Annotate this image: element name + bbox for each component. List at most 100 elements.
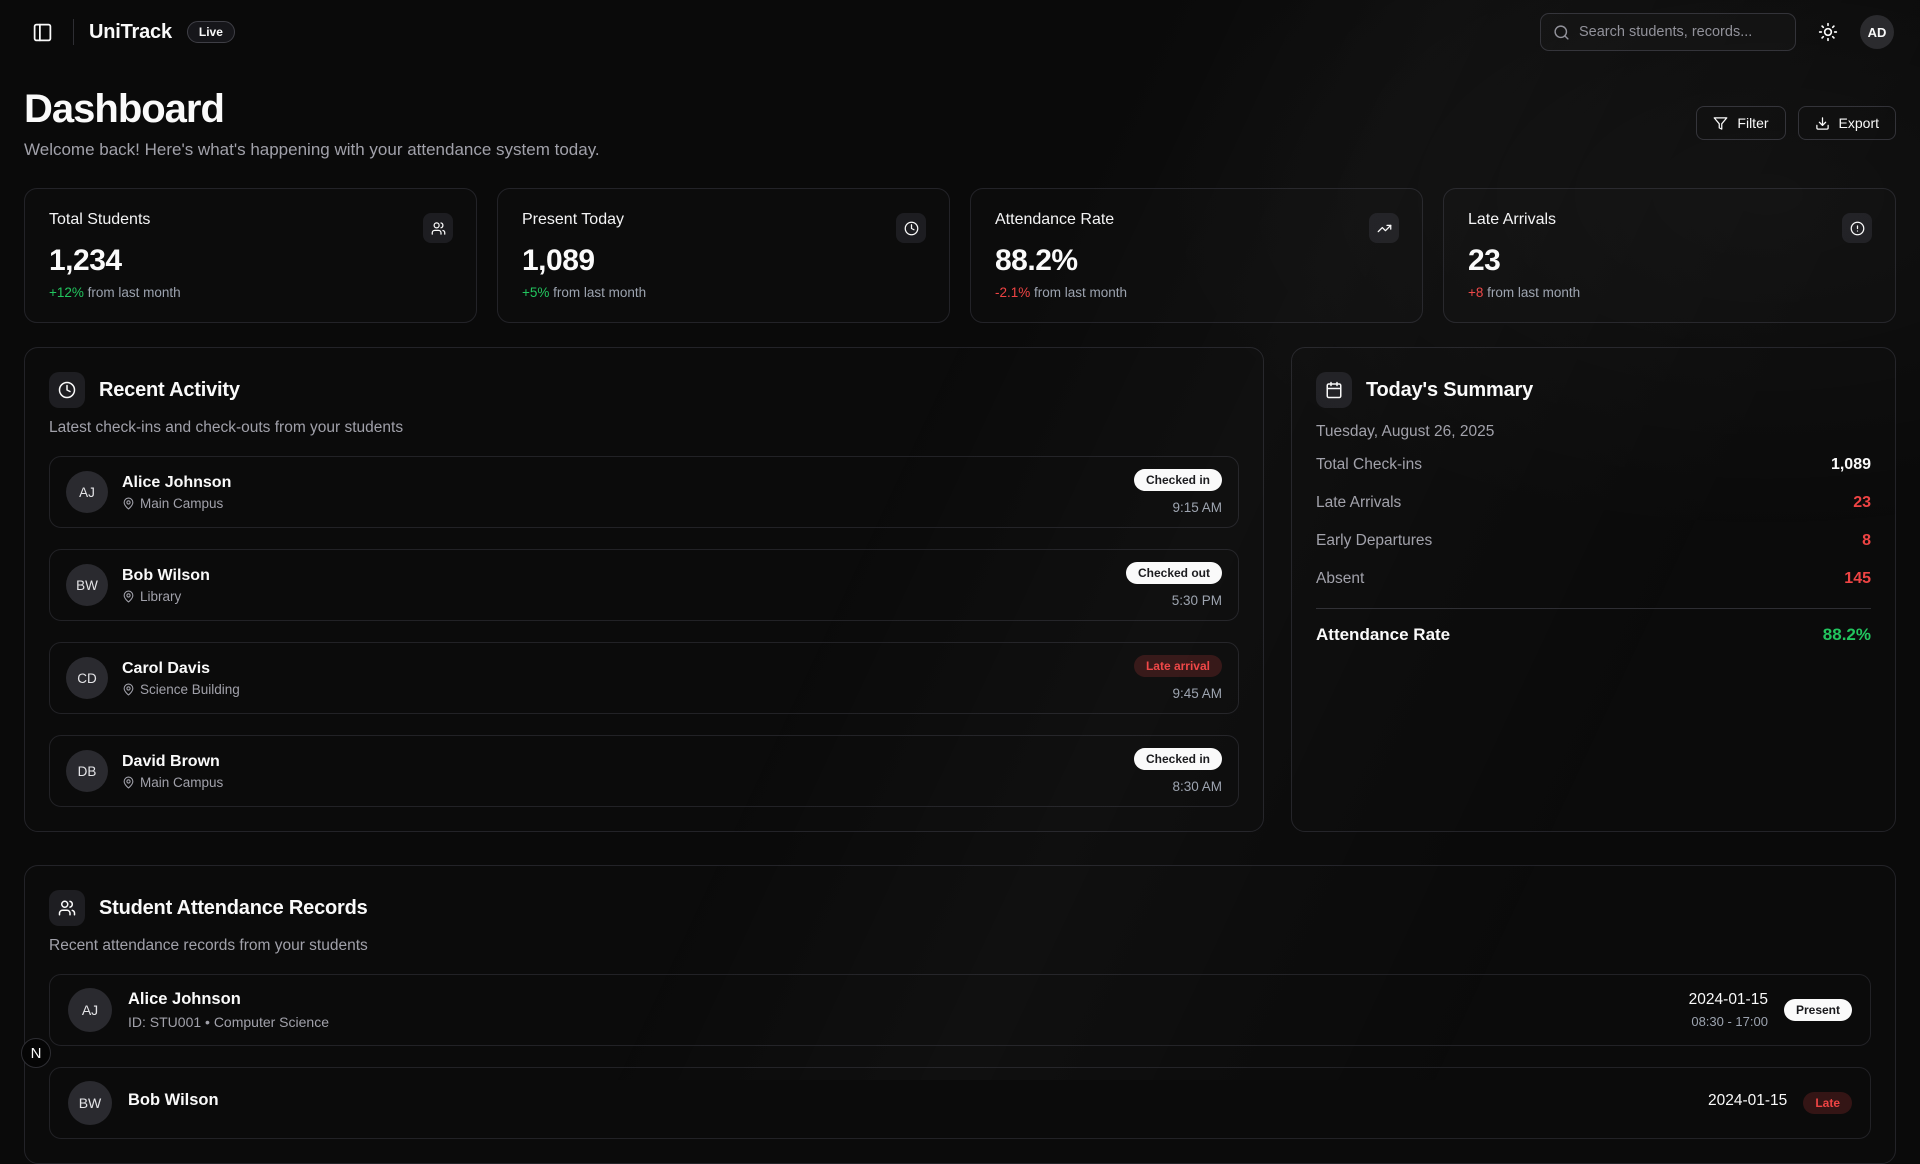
dev-indicator-badge[interactable]: N <box>21 1038 51 1068</box>
stat-change-suffix: from last month <box>1030 285 1127 300</box>
stat-title: Late Arrivals <box>1468 211 1871 229</box>
stat-card-present-today: Present Today 1,089 +5% from last month <box>497 188 950 323</box>
stat-value: 1,089 <box>522 244 925 278</box>
activity-time: 5:30 PM <box>1126 593 1222 608</box>
recent-activity-subtitle: Latest check-ins and check-outs from you… <box>49 419 1239 437</box>
top-bar: UniTrack Live AD <box>0 0 1920 64</box>
attendance-records-card: Student Attendance Records Recent attend… <box>24 865 1896 1164</box>
summary-row: Late Arrivals 23 <box>1316 484 1871 522</box>
records-header: Student Attendance Records <box>49 890 1871 926</box>
stat-change: -2.1% from last month <box>995 285 1398 300</box>
stat-change-delta: -2.1% <box>995 285 1030 300</box>
record-row[interactable]: BW Bob Wilson 2024-01-15 Late <box>49 1067 1871 1139</box>
activity-info: Alice Johnson Main Campus <box>122 474 231 511</box>
export-button-label: Export <box>1839 115 1879 131</box>
activity-name: Carol Davis <box>122 660 240 678</box>
theme-toggle-button[interactable] <box>1812 16 1844 48</box>
activity-name: David Brown <box>122 753 223 771</box>
stat-change-suffix: from last month <box>1483 285 1580 300</box>
sidebar-toggle-button[interactable] <box>26 16 58 48</box>
stat-card-attendance-rate: Attendance Rate 88.2% -2.1% from last mo… <box>970 188 1423 323</box>
record-date: 2024-01-15 <box>1708 1092 1787 1110</box>
summary-value: 8 <box>1862 532 1871 550</box>
record-list: AJ Alice Johnson ID: STU001 • Computer S… <box>49 974 1871 1139</box>
summary-footer: Attendance Rate 88.2% <box>1316 611 1871 645</box>
status-badge: Checked out <box>1126 562 1222 584</box>
stat-change-delta: +12% <box>49 285 84 300</box>
avatar: CD <box>66 657 108 699</box>
stat-card-total-students: Total Students 1,234 +12% from last mont… <box>24 188 477 323</box>
stat-change-suffix: from last month <box>549 285 646 300</box>
filter-button[interactable]: Filter <box>1696 106 1785 140</box>
search-box[interactable] <box>1540 13 1796 51</box>
stat-value: 88.2% <box>995 244 1398 278</box>
activity-row[interactable]: BW Bob Wilson Library Checked out 5:30 P… <box>49 549 1239 621</box>
header-divider <box>73 19 74 45</box>
page-actions: Filter Export <box>1696 106 1896 140</box>
sun-icon <box>1818 22 1838 42</box>
activity-time: 9:45 AM <box>1134 686 1222 701</box>
summary-label: Absent <box>1316 570 1364 588</box>
stat-change-suffix: from last month <box>84 285 181 300</box>
summary-label: Late Arrivals <box>1316 494 1401 512</box>
activity-name: Alice Johnson <box>122 474 231 492</box>
live-badge: Live <box>187 21 235 43</box>
status-badge: Late <box>1803 1092 1852 1114</box>
record-info: Alice Johnson ID: STU001 • Computer Scie… <box>128 990 329 1030</box>
summary-footer-label: Attendance Rate <box>1316 625 1450 645</box>
map-pin-icon <box>122 497 135 510</box>
activity-info: Carol Davis Science Building <box>122 660 240 697</box>
avatar: BW <box>66 564 108 606</box>
activity-meta: Checked out 5:30 PM <box>1126 562 1222 608</box>
summary-title: Today's Summary <box>1366 379 1533 402</box>
record-name: Bob Wilson <box>128 1091 219 1110</box>
record-date: 2024-01-15 <box>1689 991 1768 1009</box>
stats-row: Total Students 1,234 +12% from last mont… <box>24 188 1896 323</box>
summary-value: 1,089 <box>1831 456 1871 474</box>
summary-divider <box>1316 608 1871 609</box>
stat-title: Total Students <box>49 211 452 229</box>
activity-list: AJ Alice Johnson Main Campus Checked in … <box>49 456 1239 807</box>
activity-name: Bob Wilson <box>122 567 210 585</box>
activity-row[interactable]: DB David Brown Main Campus Checked in 8:… <box>49 735 1239 807</box>
summary-label: Early Departures <box>1316 532 1432 550</box>
stat-value: 1,234 <box>49 244 452 278</box>
activity-location-label: Science Building <box>140 682 240 697</box>
search-input[interactable] <box>1579 24 1783 40</box>
app-title: UniTrack <box>89 21 172 44</box>
activity-row[interactable]: AJ Alice Johnson Main Campus Checked in … <box>49 456 1239 528</box>
avatar: DB <box>66 750 108 792</box>
filter-button-label: Filter <box>1737 115 1768 131</box>
records-title: Student Attendance Records <box>99 897 368 920</box>
page-head: Dashboard Welcome back! Here's what's ha… <box>24 86 1896 160</box>
summary-label: Total Check-ins <box>1316 456 1422 474</box>
stat-value: 23 <box>1468 244 1871 278</box>
activity-row[interactable]: CD Carol Davis Science Building Late arr… <box>49 642 1239 714</box>
clock-icon <box>896 213 926 243</box>
activity-time: 8:30 AM <box>1134 779 1222 794</box>
calendar-icon <box>1316 372 1352 408</box>
summary-header: Today's Summary <box>1316 372 1871 408</box>
stat-change-delta: +5% <box>522 285 549 300</box>
summary-row: Early Departures 8 <box>1316 522 1871 560</box>
export-button[interactable]: Export <box>1798 106 1896 140</box>
record-datetime: 2024-01-15 08:30 - 17:00 <box>1689 991 1768 1029</box>
map-pin-icon <box>122 590 135 603</box>
alert-circle-icon <box>1842 213 1872 243</box>
avatar: AJ <box>68 988 112 1032</box>
record-name: Alice Johnson <box>128 990 329 1009</box>
recent-activity-title: Recent Activity <box>99 379 240 402</box>
page-subtitle: Welcome back! Here's what's happening wi… <box>24 140 600 160</box>
trending-up-icon <box>1369 213 1399 243</box>
user-avatar[interactable]: AD <box>1860 15 1894 49</box>
activity-time: 9:15 AM <box>1134 500 1222 515</box>
record-row[interactable]: AJ Alice Johnson ID: STU001 • Computer S… <box>49 974 1871 1046</box>
summary-value: 23 <box>1853 494 1871 512</box>
recent-activity-header: Recent Activity <box>49 372 1239 408</box>
users-icon <box>49 890 85 926</box>
records-subtitle: Recent attendance records from your stud… <box>49 937 1871 955</box>
stat-card-late-arrivals: Late Arrivals 23 +8 from last month <box>1443 188 1896 323</box>
search-icon <box>1553 24 1570 41</box>
activity-location-label: Main Campus <box>140 496 223 511</box>
activity-location: Main Campus <box>122 775 223 790</box>
